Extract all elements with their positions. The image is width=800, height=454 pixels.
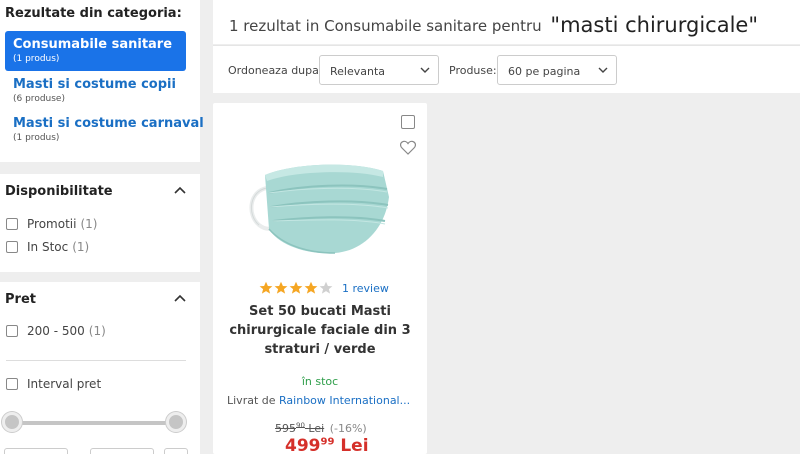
- sort-select-value: Relevanta: [330, 65, 386, 78]
- price-max-input[interactable]: [90, 448, 154, 454]
- star-filled-icon: [304, 281, 318, 294]
- results-count-text: 1 rezultat in Consumabile sanitare pentr…: [229, 17, 542, 35]
- seller-link[interactable]: Rainbow International...: [279, 394, 410, 407]
- products-per-page-value: 60 pe pagina: [508, 65, 581, 78]
- checkbox[interactable]: [6, 241, 18, 253]
- checkbox[interactable]: [6, 218, 18, 230]
- product-title[interactable]: Set 50 bucati Masti chirurgicale faciale…: [227, 302, 413, 359]
- filter-label: Interval pret: [27, 377, 102, 391]
- price-slider-min-handle[interactable]: [2, 412, 22, 432]
- product-card[interactable]: 1 review Set 50 bucati Masti chirurgical…: [213, 103, 427, 454]
- seller-prefix: Livrat de: [227, 394, 276, 407]
- price-min-input[interactable]: [4, 448, 68, 454]
- star-filled-icon: [289, 281, 303, 294]
- filter-price-range[interactable]: 200 - 500 (1): [6, 324, 106, 338]
- price-value: 499: [285, 436, 321, 454]
- heart-icon[interactable]: [400, 140, 416, 155]
- search-query: "masti chirurgicale": [550, 13, 758, 37]
- products-per-page-select[interactable]: 60 pe pagina: [497, 55, 617, 85]
- star-empty-icon: [319, 281, 333, 294]
- category-count: (1 produs): [13, 133, 60, 143]
- sort-toolbar: Ordoneaza dupa: Relevanta Produse: 60 pe…: [213, 45, 800, 93]
- filter-in-stoc[interactable]: In Stoc (1): [6, 240, 89, 254]
- chevron-down-icon: [598, 67, 608, 73]
- price-slider-track[interactable]: [14, 421, 178, 425]
- star-filled-icon: [259, 281, 273, 294]
- category-panel: Rezultate din categoria: Consumabile san…: [0, 0, 204, 162]
- filter-label: In Stoc: [27, 240, 69, 254]
- chevron-down-icon: [420, 67, 430, 73]
- old-price: 59590 Lei (-16%): [275, 421, 367, 435]
- reviews-link[interactable]: 1 review: [342, 282, 389, 295]
- availability-title: Disponibilitate: [5, 184, 113, 199]
- old-price-decimals: 90: [296, 421, 305, 429]
- sort-label: Ordoneaza dupa:: [228, 64, 323, 77]
- category-name: Masti si costume copii: [13, 77, 176, 92]
- category-item-masti-costume-carnaval[interactable]: Masti si costume carnaval (1 produs): [5, 110, 204, 143]
- price-apply-button[interactable]: [164, 448, 188, 454]
- category-item-consumabile-sanitare[interactable]: Consumabile sanitare (1 produs): [5, 31, 186, 71]
- sort-select[interactable]: Relevanta: [319, 55, 439, 85]
- old-price-currency: Lei: [308, 421, 325, 435]
- price-decimals: 99: [320, 436, 335, 448]
- filter-label: Promotii: [27, 217, 77, 231]
- filter-count: (1): [80, 217, 98, 231]
- filter-promotii[interactable]: Promotii (1): [6, 217, 97, 231]
- stock-status: în stoc: [301, 375, 339, 388]
- availability-panel: Disponibilitate Promotii (1) In Stoc (1): [0, 174, 200, 272]
- checkbox[interactable]: [6, 325, 18, 337]
- seller-info: Livrat de Rainbow International...: [227, 394, 417, 407]
- discount-badge: (-16%): [329, 421, 367, 435]
- category-count: (1 produs): [13, 54, 60, 64]
- categories-title: Rezultate din categoria:: [5, 6, 182, 21]
- filter-count: (1): [72, 240, 90, 254]
- filter-label: 200 - 500: [27, 324, 85, 338]
- star-filled-icon: [274, 281, 288, 294]
- category-name: Masti si costume carnaval: [13, 116, 204, 131]
- filter-price-interval[interactable]: Interval pret: [6, 377, 101, 391]
- price-panel: Pret 200 - 500 (1) Interval pret: [0, 282, 200, 454]
- compare-checkbox[interactable]: [401, 115, 415, 129]
- category-count: (6 produse): [13, 94, 65, 104]
- price-currency: Lei: [340, 436, 369, 454]
- results-header: 1 rezultat in Consumabile sanitare pentr…: [213, 0, 800, 44]
- filter-count: (1): [88, 324, 106, 338]
- checkbox[interactable]: [6, 378, 18, 390]
- chevron-up-icon[interactable]: [174, 186, 186, 194]
- products-per-page-label: Produse:: [449, 64, 497, 77]
- category-item-masti-costume-copii[interactable]: Masti si costume copii (6 produse): [5, 71, 186, 104]
- price-title: Pret: [5, 292, 36, 307]
- product-image[interactable]: [243, 133, 393, 273]
- results-summary: 1 rezultat in Consumabile sanitare pentr…: [229, 12, 758, 37]
- chevron-up-icon[interactable]: [174, 294, 186, 302]
- price-slider-max-handle[interactable]: [166, 412, 186, 432]
- rating[interactable]: 1 review: [259, 281, 389, 295]
- old-price-value: 595: [275, 421, 296, 435]
- current-price: 49999 Lei: [285, 436, 369, 454]
- category-name: Consumabile sanitare: [13, 37, 173, 52]
- divider: [6, 360, 186, 361]
